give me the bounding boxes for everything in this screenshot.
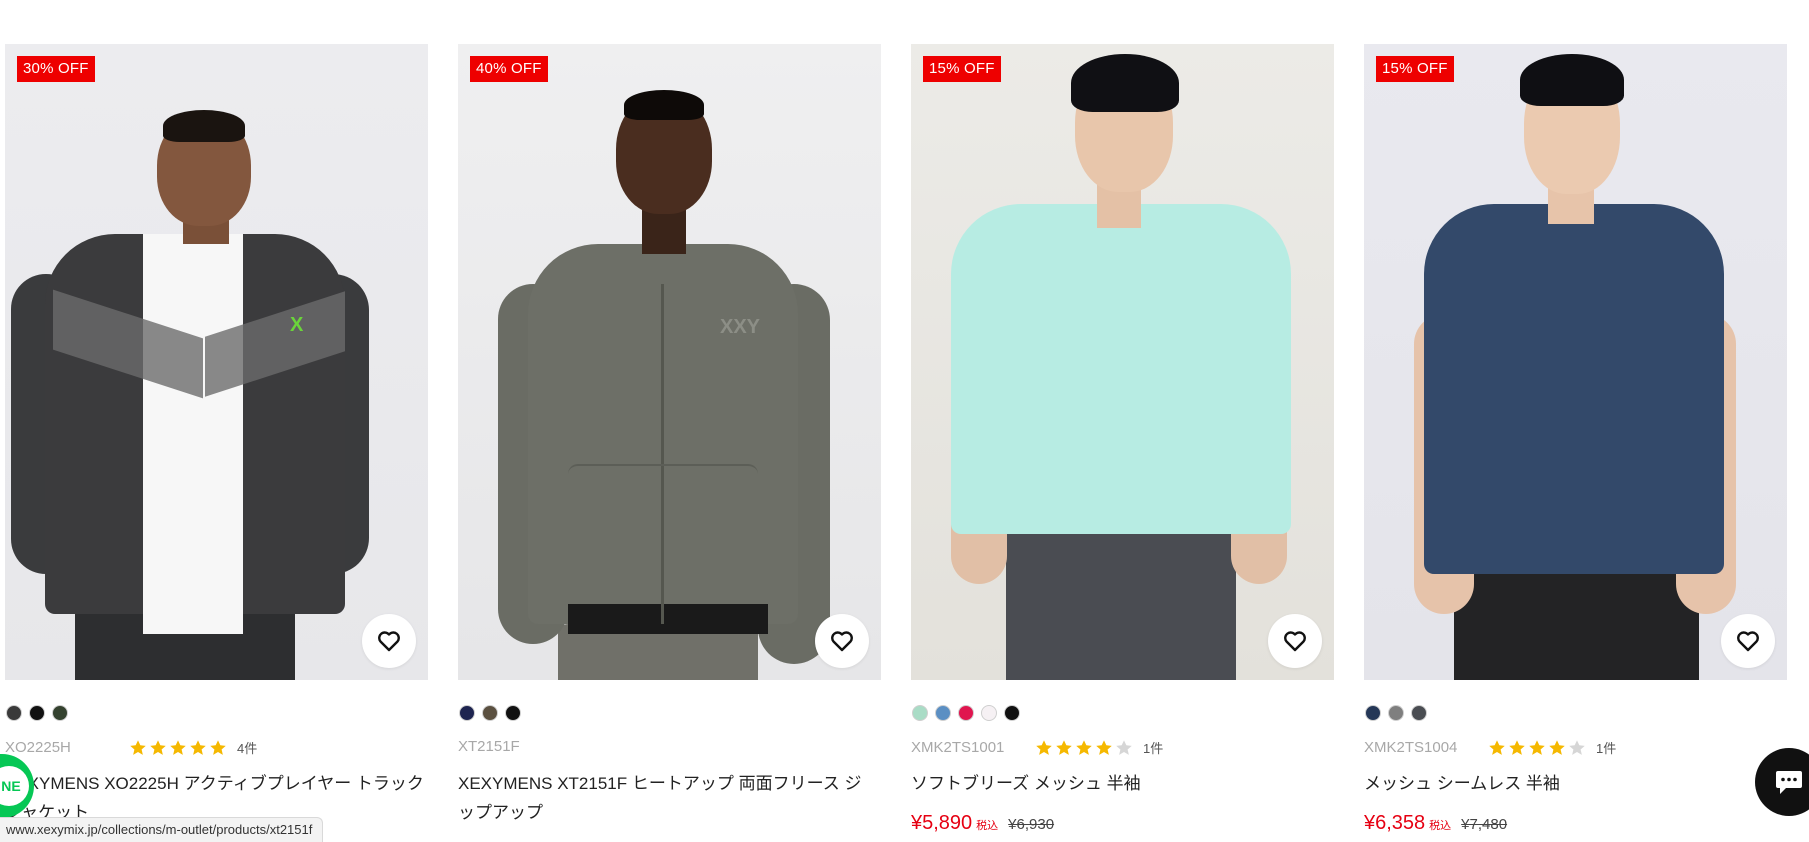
product-card[interactable]: 15% OFF XMK2TS1001 1件 ソフトブリーズ メッシュ 半袖 ¥5… — [911, 44, 1334, 842]
color-swatch[interactable] — [52, 705, 68, 721]
product-sku: XO2225H — [5, 739, 71, 756]
product-sku: XMK2TS1001 — [911, 739, 1005, 756]
product-meta: XMK2TS1001 1件 — [911, 738, 1334, 757]
rating-stars — [1488, 739, 1586, 757]
model-figure — [1364, 44, 1787, 680]
color-swatch[interactable] — [29, 705, 45, 721]
color-swatch[interactable] — [935, 705, 951, 721]
star-filled-icon — [1489, 739, 1505, 755]
discount-badge: 15% OFF — [1376, 56, 1454, 82]
color-swatch[interactable] — [1388, 705, 1404, 721]
chat-bubble-icon — [1776, 771, 1802, 794]
product-card[interactable]: XXY 40% OFF XT2151F XEXYMENS XT2151F ヒート… — [458, 44, 881, 842]
product-meta: XO2225H 4件 — [5, 738, 428, 757]
star-filled-icon — [130, 739, 146, 755]
product-card[interactable]: X 30% OFF XO2225H 4件 XEXYMENS XO2225H アク… — [5, 44, 428, 842]
product-title[interactable]: ソフトブリーズ メッシュ 半袖 — [911, 769, 1331, 798]
color-swatches — [6, 705, 68, 721]
product-sku: XMK2TS1004 — [1364, 739, 1458, 756]
model-figure: XXY — [458, 44, 881, 680]
heart-outline-icon — [1284, 631, 1306, 652]
original-price: ¥6,930 — [1008, 816, 1055, 833]
discount-badge: 15% OFF — [923, 56, 1001, 82]
color-swatch[interactable] — [1411, 705, 1427, 721]
color-swatch[interactable] — [6, 705, 22, 721]
product-card[interactable]: 15% OFF XMK2TS1004 1件 メッシュ シームレス 半袖 ¥6,3… — [1364, 44, 1787, 842]
model-figure — [911, 44, 1334, 680]
review-count: 1件 — [1143, 741, 1164, 756]
star-filled-icon — [1076, 739, 1092, 755]
review-count: 4件 — [237, 741, 258, 756]
product-title[interactable]: XEXYMENS XT2151F ヒートアップ 両面フリース ジップアップ — [458, 769, 878, 827]
status-bar-url: www.xexymix.jp/collections/m-outlet/prod… — [0, 817, 324, 842]
color-swatch[interactable] — [958, 705, 974, 721]
color-swatches — [912, 705, 1020, 721]
product-meta: XMK2TS1004 1件 — [1364, 738, 1787, 757]
review-count: 1件 — [1596, 741, 1617, 756]
star-filled-icon — [1096, 739, 1112, 755]
heart-outline-icon — [1737, 631, 1759, 652]
wishlist-button[interactable] — [1721, 614, 1775, 668]
color-swatch[interactable] — [482, 705, 498, 721]
product-image[interactable]: X 30% OFF — [5, 44, 428, 680]
heart-outline-icon — [831, 631, 853, 652]
product-title[interactable]: メッシュ シームレス 半袖 — [1364, 769, 1784, 798]
rating-stars — [1035, 739, 1133, 757]
tax-label: 税込 — [1429, 820, 1452, 832]
product-sku: XT2151F — [458, 738, 520, 755]
product-image[interactable]: XXY 40% OFF — [458, 44, 881, 680]
product-meta: XT2151F — [458, 738, 881, 755]
star-filled-icon — [1549, 739, 1565, 755]
sale-price: ¥5,890 — [911, 812, 973, 834]
color-swatch[interactable] — [1365, 705, 1381, 721]
product-image[interactable]: 15% OFF — [1364, 44, 1787, 680]
star-filled-icon — [150, 739, 166, 755]
sale-price: ¥6,358 — [1364, 812, 1426, 834]
product-image[interactable]: 15% OFF — [911, 44, 1334, 680]
original-price: ¥7,480 — [1461, 816, 1508, 833]
color-swatch[interactable] — [912, 705, 928, 721]
discount-badge: 30% OFF — [17, 56, 95, 82]
garment — [951, 204, 1291, 534]
star-empty-icon — [1569, 739, 1585, 755]
star-filled-icon — [170, 739, 186, 755]
star-empty-icon — [1116, 739, 1132, 755]
color-swatches — [1365, 705, 1427, 721]
star-filled-icon — [1036, 739, 1052, 755]
star-filled-icon — [1509, 739, 1525, 755]
color-swatch[interactable] — [981, 705, 997, 721]
star-filled-icon — [1056, 739, 1072, 755]
star-filled-icon — [190, 739, 206, 755]
model-figure: X — [5, 44, 428, 680]
tax-label: 税込 — [976, 820, 999, 832]
color-swatch[interactable] — [459, 705, 475, 721]
heart-outline-icon — [378, 631, 400, 652]
discount-badge: 40% OFF — [470, 56, 548, 82]
product-grid: X 30% OFF XO2225H 4件 XEXYMENS XO2225H アク… — [0, 0, 1809, 842]
line-icon: NE — [0, 766, 29, 806]
wishlist-button[interactable] — [815, 614, 869, 668]
rating-stars — [129, 739, 227, 757]
color-swatches — [459, 705, 521, 721]
price-row: ¥6,358 税込 ¥7,480 — [1364, 812, 1507, 835]
garment — [1424, 204, 1724, 574]
color-swatch[interactable] — [505, 705, 521, 721]
star-filled-icon — [1529, 739, 1545, 755]
line-label: NE — [1, 778, 21, 794]
wishlist-button[interactable] — [362, 614, 416, 668]
wishlist-button[interactable] — [1268, 614, 1322, 668]
color-swatch[interactable] — [1004, 705, 1020, 721]
price-row: ¥5,890 税込 ¥6,930 — [911, 812, 1054, 835]
star-filled-icon — [210, 739, 226, 755]
